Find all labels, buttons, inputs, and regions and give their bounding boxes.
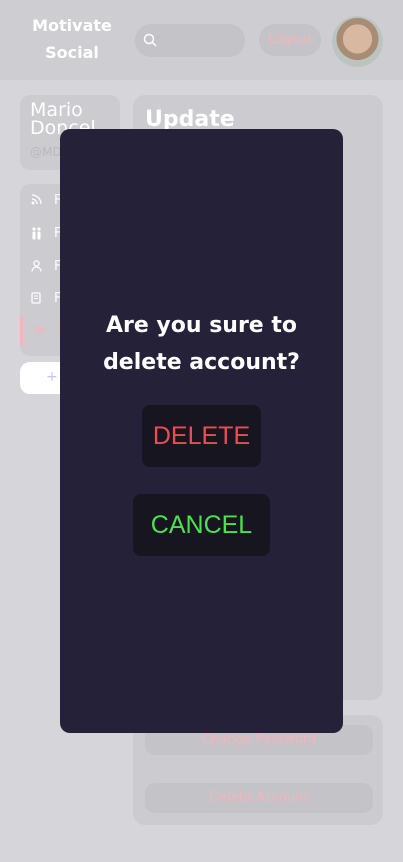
document-icon bbox=[30, 292, 42, 304]
gear-icon bbox=[33, 324, 45, 336]
modal-question: Are you sure to delete account? bbox=[60, 307, 343, 381]
brand-line-2: Social bbox=[45, 43, 99, 62]
avatar[interactable] bbox=[332, 16, 383, 67]
modal-question-line-2: delete account? bbox=[103, 350, 300, 375]
user-icon bbox=[30, 260, 42, 272]
delete-account-modal: Are you sure to delete account? DELETE C… bbox=[60, 129, 343, 733]
confirm-delete-button[interactable]: DELETE bbox=[142, 405, 261, 467]
cancel-button[interactable]: CANCEL bbox=[133, 494, 270, 556]
rss-icon bbox=[30, 194, 42, 206]
search-icon bbox=[143, 33, 157, 47]
modal-question-line-1: Are you sure to bbox=[105, 313, 298, 338]
top-header: Motivate Social Logout bbox=[0, 0, 403, 80]
logout-button[interactable]: Logout bbox=[259, 24, 321, 56]
people-icon bbox=[30, 227, 42, 240]
delete-account-button[interactable]: Delete Account bbox=[145, 783, 373, 813]
search-input[interactable] bbox=[135, 24, 245, 57]
brand-logo[interactable]: Motivate Social bbox=[22, 12, 122, 66]
brand-line-1: Motivate bbox=[32, 16, 112, 35]
plus-icon: + bbox=[46, 369, 58, 385]
